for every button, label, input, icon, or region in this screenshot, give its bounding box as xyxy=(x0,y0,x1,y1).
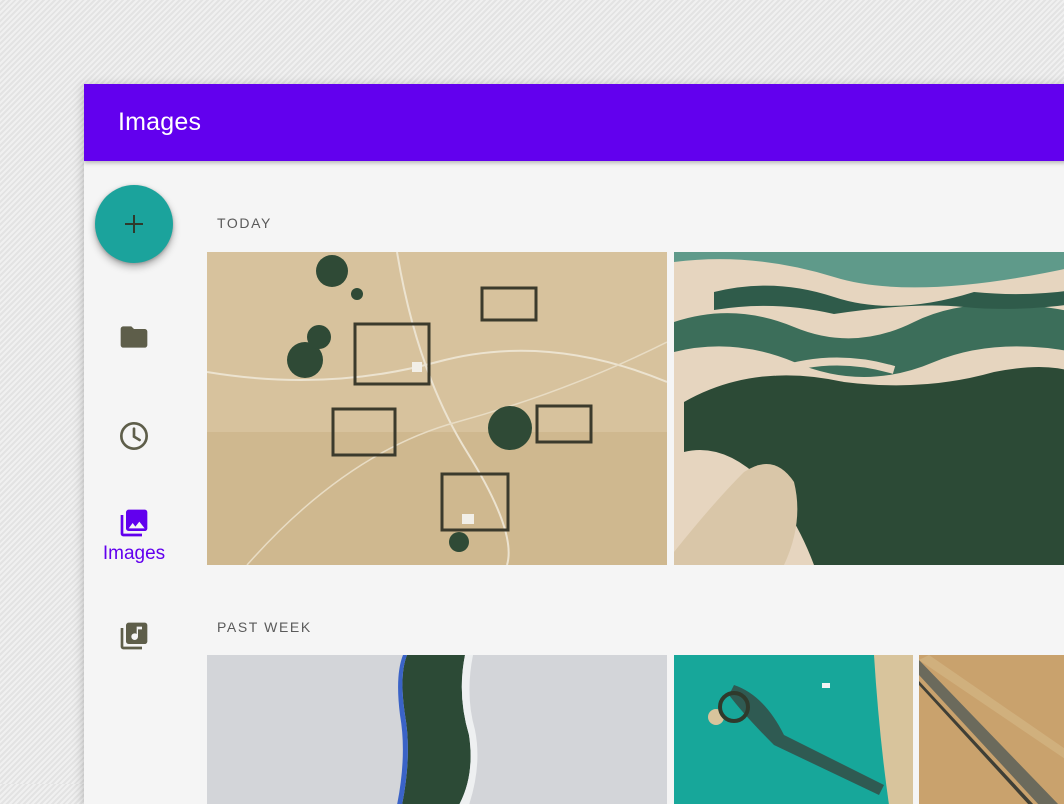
image-tile[interactable] xyxy=(674,252,1064,565)
add-button[interactable] xyxy=(95,185,173,263)
image-tile[interactable] xyxy=(674,655,913,804)
image-tile[interactable] xyxy=(919,655,1064,804)
rail-item-label: Images xyxy=(102,543,166,564)
section-label-today: TODAY xyxy=(217,215,272,231)
image-tile[interactable] xyxy=(207,655,667,804)
section-label-past-week: PAST WEEK xyxy=(217,619,312,635)
music-library-icon xyxy=(120,622,148,650)
rail-item-folder[interactable] xyxy=(84,321,184,353)
image-desert-road xyxy=(919,655,1064,804)
image-library-icon xyxy=(120,509,148,537)
folder-icon xyxy=(120,326,148,348)
rail-item-recent[interactable] xyxy=(84,420,184,452)
image-coastline xyxy=(207,655,667,804)
add-icon xyxy=(125,215,143,233)
app-window: Images Images TODAY PAST WEEK xyxy=(84,84,1064,804)
top-app-bar: Images xyxy=(84,84,1064,161)
rail-item-images[interactable]: Images xyxy=(84,507,184,565)
clock-icon xyxy=(120,422,148,450)
image-desert-lagoons xyxy=(674,252,1064,565)
rail-item-music[interactable] xyxy=(84,620,184,652)
navigation-rail: Images xyxy=(84,161,184,804)
image-aerial-village xyxy=(207,252,667,565)
image-pier xyxy=(674,655,913,804)
image-tile[interactable] xyxy=(207,252,667,565)
page-title: Images xyxy=(118,108,202,136)
